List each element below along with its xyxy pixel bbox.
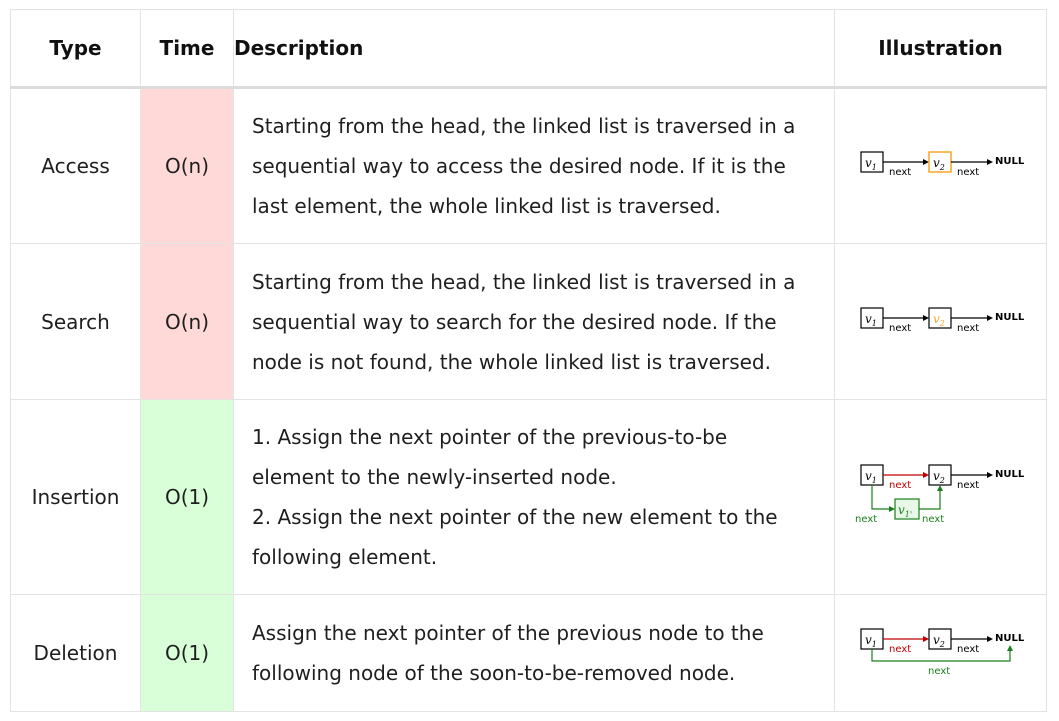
null-label: NULL: [995, 469, 1025, 480]
illustration-cell: v1 next v2 next NULL next v1' next: [834, 399, 1047, 595]
null-label: NULL: [995, 312, 1025, 323]
pointer-arrow-green: [870, 485, 889, 510]
pointer-label: next: [957, 480, 979, 491]
time-cell: O(1): [140, 399, 234, 595]
table-row-search: Search O(n) Starting from the head, the …: [10, 243, 1047, 400]
time-cell: O(n): [140, 243, 234, 400]
insertion-illustration: v1 next v2 next NULL next v1' next: [855, 464, 1025, 525]
header-description: Description: [233, 9, 835, 89]
arrowhead-icon: [986, 159, 993, 165]
pointer-label: next: [957, 323, 979, 334]
header-illustration: Illustration: [834, 9, 1047, 89]
arrowhead-icon: [922, 159, 929, 165]
deletion-illustration: v1 next v2 next NULL next: [859, 628, 1025, 677]
time-cell: O(n): [140, 87, 234, 244]
pointer-label: next: [957, 644, 979, 655]
complexity-table: Type Time Description Illustration Acces…: [10, 9, 1047, 712]
pointer-label: next: [889, 480, 911, 491]
arrowhead-icon: [936, 485, 943, 491]
illustration-cell: v1 next v2 next NULL: [834, 243, 1047, 400]
description-line: Starting from the head, the linked list …: [252, 114, 796, 138]
arrowhead-icon: [986, 636, 993, 642]
pointer-label: next: [922, 514, 944, 525]
illustration-cell: v1 next v2 next NULL: [834, 87, 1047, 244]
description-cell: Starting from the head, the linked list …: [233, 87, 835, 244]
description-line: following element.: [252, 545, 438, 569]
pointer-label: next: [928, 666, 950, 677]
description-line: following node of the soon-to-be-removed…: [252, 661, 736, 685]
header-row: Type Time Description Illustration: [10, 9, 1047, 89]
description-line: sequential way to access the desired nod…: [252, 154, 786, 178]
table-row-access: Access O(n) Starting from the head, the …: [10, 87, 1047, 244]
description-cell: Starting from the head, the linked list …: [233, 243, 835, 400]
search-illustration: v1 next v2 next NULL: [859, 306, 1025, 334]
arrowhead-icon: [922, 472, 929, 478]
null-label: NULL: [995, 156, 1025, 167]
pointer-arrow-green: [918, 491, 941, 510]
pointer-label: next: [957, 167, 979, 178]
access-illustration: v1 next v2 next NULL: [859, 151, 1025, 178]
pointer-label: next: [889, 323, 911, 334]
description-line: last element, the whole linked list is t…: [252, 194, 721, 218]
header-type: Type: [10, 9, 141, 89]
description-cell: 1. Assign the next pointer of the previo…: [233, 399, 835, 595]
description-line: sequential way to search for the desired…: [252, 309, 777, 334]
pointer-label: next: [855, 514, 877, 525]
pointer-label: next: [889, 644, 911, 655]
description-line: 2. Assign the next pointer of the new el…: [252, 505, 778, 529]
table-row-deletion: Deletion O(1) Assign the next pointer of…: [10, 594, 1047, 712]
description-line: node is not found, the whole linked list…: [252, 349, 771, 374]
type-cell: Insertion: [10, 399, 141, 595]
description-line: element to the newly-inserted node.: [252, 465, 617, 489]
description-line: Assign the next pointer of the previous …: [252, 621, 764, 645]
illustration-cell: v1 next v2 next NULL next: [834, 594, 1047, 712]
null-label: NULL: [995, 633, 1025, 644]
description-line: 1. Assign the next pointer of the previo…: [252, 425, 728, 449]
arrowhead-icon: [1006, 645, 1013, 651]
table-row-insertion: Insertion O(1) 1. Assign the next pointe…: [10, 399, 1047, 595]
type-cell: Access: [10, 87, 141, 244]
description-line: Starting from the head, the linked list …: [252, 269, 796, 294]
arrowhead-icon: [922, 314, 929, 321]
description-cell: Assign the next pointer of the previous …: [233, 594, 835, 712]
pointer-label: next: [889, 167, 911, 178]
type-cell: Deletion: [10, 594, 141, 712]
arrowhead-icon: [888, 506, 895, 512]
arrowhead-icon: [986, 472, 993, 478]
time-cell: O(1): [140, 594, 234, 712]
arrowhead-icon: [922, 636, 929, 642]
type-cell: Search: [10, 243, 141, 400]
arrowhead-icon: [986, 314, 993, 321]
header-time: Time: [140, 9, 234, 89]
